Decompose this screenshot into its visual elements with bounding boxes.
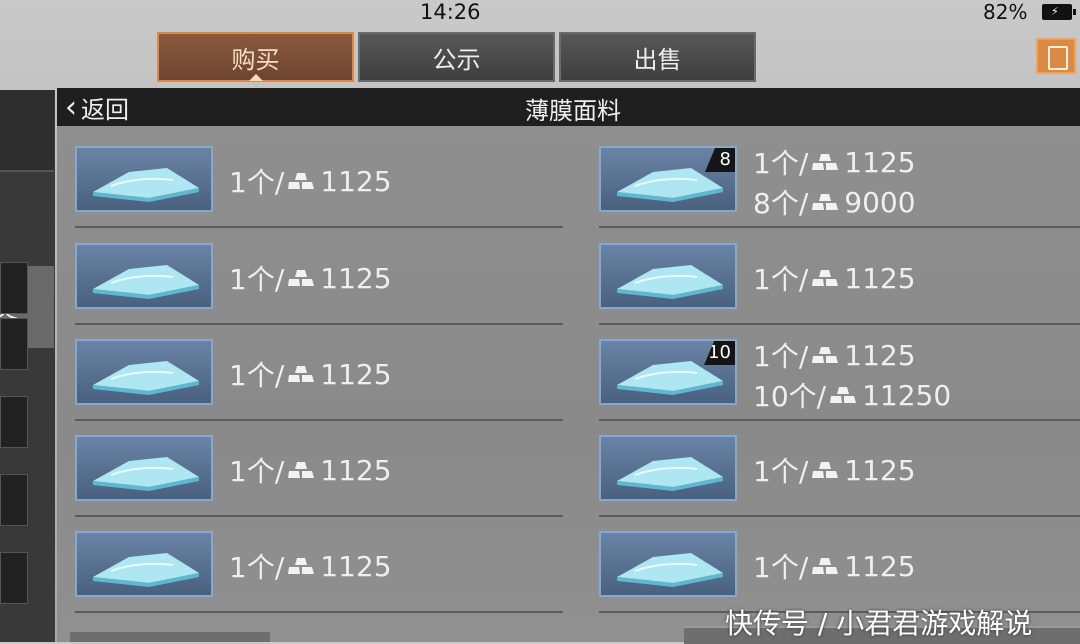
- back-button[interactable]: ‹ 返回: [65, 90, 129, 125]
- chevron-left-icon: ‹: [65, 89, 77, 125]
- listing-item[interactable]: 1个/ 1125: [599, 243, 1080, 333]
- divider: [75, 515, 563, 517]
- tab-announce[interactable]: 公示: [358, 32, 555, 82]
- unit-price: 1个/ 1125: [229, 164, 392, 200]
- sidebar-item[interactable]: [0, 318, 28, 370]
- gold-bars-icon: [830, 387, 857, 403]
- unit-price: 1个/ 1125: [753, 145, 916, 181]
- listing-item[interactable]: 1个/ 1125: [75, 531, 563, 621]
- divider: [599, 419, 1080, 421]
- gold-bars-icon: [288, 366, 315, 382]
- divider: [75, 419, 563, 421]
- clipboard-icon[interactable]: [1036, 38, 1076, 74]
- divider: [75, 226, 563, 228]
- listing-grid: 1个/ 1125 1个/ 1125 1个/ 1125 1个/ 1125 1个/ …: [57, 126, 1080, 642]
- listing-item[interactable]: 10 1个/ 1125 10个/ 11250: [599, 339, 1080, 429]
- film-fabric-thumbnail: [599, 435, 737, 501]
- bundle-price: 8个/ 9000: [753, 185, 916, 221]
- category-sidebar: 类: [0, 90, 55, 642]
- gold-bars-icon: [288, 558, 315, 574]
- market-tabs: 购买 公示 出售: [157, 32, 760, 82]
- page-title: 薄膜面料: [525, 97, 621, 125]
- film-fabric-thumbnail: [75, 435, 213, 501]
- gold-bars-icon: [812, 194, 839, 210]
- listing-item[interactable]: 8 1个/ 1125 8个/ 9000: [599, 146, 1080, 236]
- divider: [599, 226, 1080, 228]
- sidebar-item[interactable]: [0, 396, 28, 448]
- gold-bars-icon: [812, 154, 839, 170]
- battery-percent: 82%: [983, 0, 1028, 24]
- gold-bars-icon: [812, 347, 839, 363]
- listing-item[interactable]: 1个/ 1125: [75, 339, 563, 429]
- film-fabric-thumbnail: 10: [599, 339, 737, 405]
- film-fabric-thumbnail: [75, 339, 213, 405]
- film-fabric-thumbnail: [75, 243, 213, 309]
- sidebar-item[interactable]: [0, 262, 28, 314]
- bottom-bar-left: [70, 632, 270, 642]
- watermark: 快传号 / 小君君游戏解说: [725, 607, 1033, 640]
- clock: 14:26: [420, 0, 481, 24]
- film-fabric-thumbnail: [599, 531, 737, 597]
- listing-item[interactable]: 1个/ 1125: [599, 435, 1080, 525]
- sidebar-item[interactable]: [0, 474, 28, 526]
- unit-price: 1个/ 1125: [229, 261, 392, 297]
- gold-bars-icon: [812, 270, 839, 286]
- unit-price: 1个/ 1125: [229, 549, 392, 585]
- unit-price: 1个/ 1125: [753, 453, 916, 489]
- divider: [599, 515, 1080, 517]
- gold-bars-icon: [812, 558, 839, 574]
- gold-bars-icon: [288, 270, 315, 286]
- back-label: 返回: [81, 96, 129, 124]
- film-fabric-thumbnail: [599, 243, 737, 309]
- film-fabric-thumbnail: 8: [599, 146, 737, 212]
- listing-item[interactable]: 1个/ 1125: [75, 243, 563, 333]
- page-header: ‹ 返回 薄膜面料: [57, 88, 1080, 126]
- tab-sell[interactable]: 出售: [559, 32, 756, 82]
- film-fabric-thumbnail: [75, 531, 213, 597]
- battery-charging-icon: ⚡: [1042, 4, 1076, 20]
- sidebar-top-slot[interactable]: [0, 90, 54, 172]
- unit-price: 1个/ 1125: [753, 549, 916, 585]
- divider: [75, 323, 563, 325]
- unit-price: 1个/ 1125: [753, 338, 916, 374]
- gold-bars-icon: [812, 462, 839, 478]
- bundle-price: 10个/ 11250: [753, 378, 952, 414]
- divider: [75, 611, 563, 613]
- status-bar: 14:26 82% ⚡: [0, 0, 1080, 28]
- gold-bars-icon: [288, 462, 315, 478]
- divider: [599, 323, 1080, 325]
- listing-item[interactable]: 1个/ 1125: [75, 146, 563, 236]
- unit-price: 1个/ 1125: [229, 357, 392, 393]
- tab-buy[interactable]: 购买: [157, 32, 354, 82]
- listing-item[interactable]: 1个/ 1125: [75, 435, 563, 525]
- film-fabric-thumbnail: [75, 146, 213, 212]
- unit-price: 1个/ 1125: [753, 261, 916, 297]
- gold-bars-icon: [288, 173, 315, 189]
- sidebar-item[interactable]: [0, 552, 28, 604]
- unit-price: 1个/ 1125: [229, 453, 392, 489]
